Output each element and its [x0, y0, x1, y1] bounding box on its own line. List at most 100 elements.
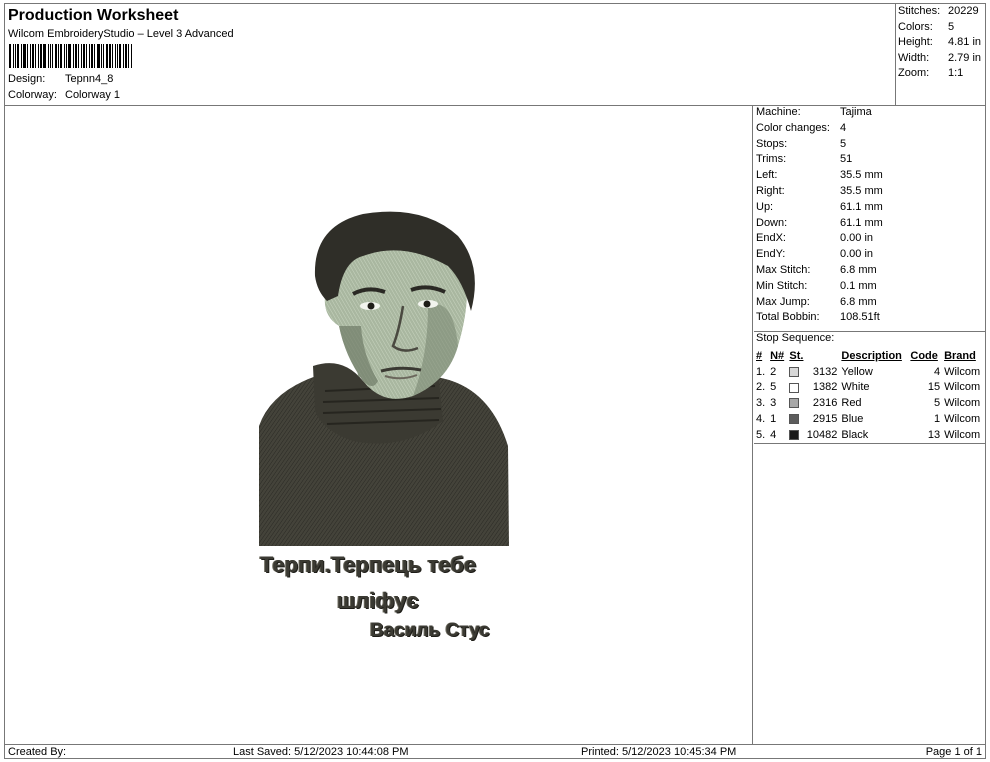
barcode-bar: [64, 44, 65, 68]
stop-stitches: 3132: [812, 365, 838, 378]
barcode-bar: [17, 44, 19, 68]
info-row: EndY: 0.00 in: [756, 248, 874, 261]
printed-date: Printed: 5/12/2023 10:45:34 PM: [581, 746, 737, 758]
barcode-bar: [66, 44, 67, 68]
stop-sequence: Stop Sequence: # N# St. Description Code…: [754, 331, 985, 444]
stop-code: 5: [933, 397, 941, 410]
stop-description: Black: [841, 428, 869, 441]
stop-description: Yellow: [841, 365, 873, 378]
barcode: [9, 44, 139, 68]
stop-row: 1. 2 3132 Yellow 4 Wilcom: [754, 364, 985, 380]
color-swatch: [789, 398, 800, 409]
worksheet-frame: Production Worksheet Wilcom EmbroiderySt…: [4, 3, 986, 759]
color-swatch-cell: [787, 395, 802, 411]
barcode-bar: [78, 44, 79, 68]
barcode-bar: [52, 44, 53, 68]
col-code: Code: [910, 349, 938, 362]
stat-stitches: Stitches: 20229: [898, 5, 979, 17]
barcode-bar: [117, 44, 118, 68]
design-value: Tepnn4_8: [65, 73, 114, 85]
stop-brand: Wilcom: [944, 413, 981, 426]
stop-needle: 1: [770, 413, 777, 426]
col-description: Description: [841, 349, 902, 362]
stop-index: 3.: [756, 397, 766, 410]
barcode-bar: [131, 44, 132, 68]
col-brand: Brand: [944, 349, 976, 362]
barcode-bar: [40, 44, 42, 68]
barcode-bar: [38, 44, 39, 68]
stop-stitches: 1382: [812, 381, 838, 394]
info-row: Trims: 51: [756, 153, 853, 166]
page-number: Page 1 of 1: [925, 746, 982, 758]
last-saved: Last Saved: 5/12/2023 10:44:08 PM: [233, 746, 409, 758]
stop-brand: Wilcom: [944, 397, 981, 410]
color-swatch: [789, 366, 800, 377]
stop-description: White: [841, 381, 870, 394]
barcode-bar: [73, 44, 74, 68]
barcode-bar: [50, 44, 51, 68]
page-title: Production Worksheet: [8, 7, 179, 24]
col-index: #: [756, 349, 763, 362]
barcode-bar: [27, 44, 28, 68]
barcode-bar: [23, 44, 26, 68]
stat-zoom: Zoom: 1:1: [898, 67, 964, 80]
stop-needle: 4: [770, 428, 777, 441]
info-row: Left: 35.5 mm: [756, 169, 883, 182]
barcode-bar: [86, 44, 87, 68]
barcode-bar: [75, 44, 77, 68]
barcode-bar: [119, 44, 121, 68]
barcode-bar: [58, 44, 59, 68]
barcode-bar: [13, 44, 14, 68]
stop-index: 5.: [756, 428, 766, 441]
stop-sequence-title: Stop Sequence:: [756, 332, 835, 345]
barcode-bar: [106, 44, 108, 68]
barcode-bar: [15, 44, 16, 68]
color-swatch: [789, 382, 800, 393]
stop-code: 4: [933, 365, 941, 378]
barcode-bar: [103, 44, 104, 68]
stop-code: 13: [927, 428, 941, 441]
design-label: Design:: [8, 73, 46, 85]
color-swatch-cell: [787, 380, 802, 396]
stop-needle: 2: [770, 365, 777, 378]
design-row: Design: Tepnn4_8: [8, 73, 113, 85]
stop-description: Red: [841, 397, 862, 410]
info-row: Machine: Tajima: [756, 106, 872, 118]
info-row: Up: 61.1 mm: [756, 200, 883, 213]
stop-stitches: 2915: [812, 413, 838, 426]
barcode-bar: [112, 44, 113, 68]
barcode-bar: [97, 44, 100, 68]
barcode-bar: [128, 44, 129, 68]
stop-row: 3. 3 2316 Red 5 Wilcom: [754, 395, 985, 411]
info-row: EndX: 0.00 in: [756, 232, 874, 245]
colorway-value: Colorway 1: [65, 89, 121, 101]
design-text-line3: Василь Стус: [370, 620, 490, 641]
info-row: Max Stitch: 6.8 mm: [756, 263, 877, 276]
info-row: Total Bobbin: 108.51ft: [756, 311, 880, 324]
stop-brand: Wilcom: [944, 365, 981, 378]
design-text-line2: шліфує: [337, 588, 419, 613]
stop-index: 1.: [756, 365, 766, 378]
stop-brand: Wilcom: [944, 428, 981, 441]
colorway-row: Colorway: Colorway 1: [8, 89, 120, 101]
barcode-bar: [30, 44, 31, 68]
info-row: Min Stitch: 0.1 mm: [756, 279, 877, 292]
barcode-bar: [55, 44, 57, 68]
col-stitches: St.: [789, 349, 804, 362]
barcode-bar: [9, 44, 11, 68]
barcode-bar: [115, 44, 116, 68]
barcode-bar: [89, 44, 90, 68]
barcode-bar: [109, 44, 111, 68]
barcode-bar: [68, 44, 71, 68]
barcode-bar: [91, 44, 93, 68]
stop-needle: 5: [770, 381, 777, 394]
color-swatch: [789, 429, 800, 440]
stop-stitches: 10482: [806, 428, 838, 441]
software-subtitle: Wilcom EmbroideryStudio – Level 3 Advanc…: [8, 28, 234, 40]
barcode-bar: [21, 44, 22, 68]
stop-brand: Wilcom: [944, 381, 981, 394]
stop-sequence-table: # N# St. Description Code Brand 1. 2 3132 Y…: [754, 348, 985, 443]
col-needle: N#: [770, 349, 785, 362]
info-row: Color changes: 4: [756, 121, 847, 134]
stats-box: Stitches: 20229 Colors: 5 Height: 4.81 in W…: [895, 4, 985, 105]
